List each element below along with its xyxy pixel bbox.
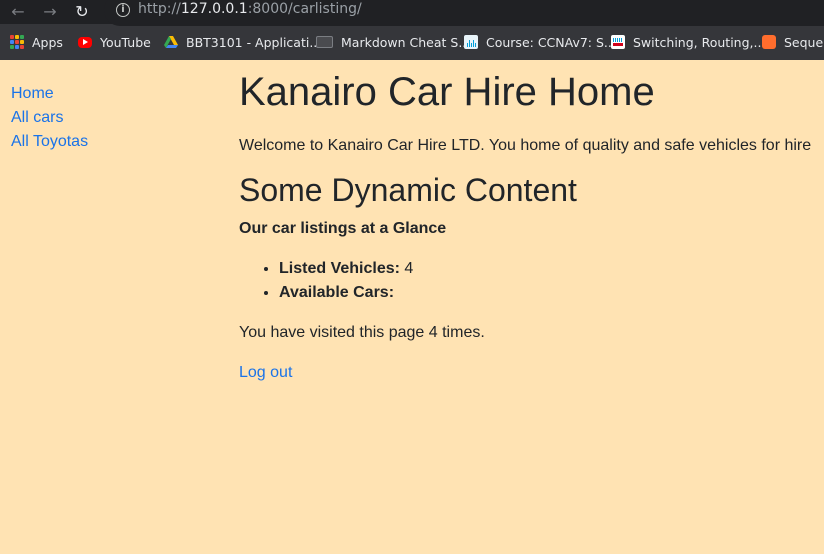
bookmark-apps[interactable]: Apps xyxy=(10,28,63,56)
bookmark-label: Sequen xyxy=(784,34,824,50)
bookmark-ccnav7[interactable]: Course: CCNAv7: S... xyxy=(464,28,616,56)
url-protocol: http:// xyxy=(138,1,181,17)
stat-label: Available Cars: xyxy=(279,284,395,302)
page-title: Kanairo Car Hire Home xyxy=(239,70,655,114)
stat-value: 4 xyxy=(404,260,414,278)
sidebar-link-home[interactable]: Home xyxy=(11,82,88,106)
cisco-icon xyxy=(611,35,625,49)
url-path: :8000/carlisting/ xyxy=(247,1,362,17)
bookmark-label: Switching, Routing,... xyxy=(633,34,766,50)
listings-glance-heading: Our car listings at a Glance xyxy=(239,220,447,238)
browser-toolbar: ← → ↻ i http://127.0.0.1:8000/carlisting… xyxy=(0,0,824,26)
info-icon[interactable]: i xyxy=(116,3,130,17)
stat-label: Listed Vehicles: xyxy=(279,260,400,278)
apps-grid-icon xyxy=(10,35,24,49)
bookmark-app-icon xyxy=(762,35,776,49)
bookmark-bbt3101[interactable]: BBT3101 - Applicati... xyxy=(164,28,321,56)
sidebar-link-all-toyotas[interactable]: All Toyotas xyxy=(11,130,88,154)
bookmark-label: Markdown Cheat S... xyxy=(341,34,471,50)
reload-icon[interactable]: ↻ xyxy=(71,0,93,22)
back-arrow-icon[interactable]: ← xyxy=(7,0,29,22)
url-host: 127.0.0.1 xyxy=(180,1,248,17)
bookmark-switching-routing[interactable]: Switching, Routing,... xyxy=(611,28,765,56)
cisco-icon xyxy=(464,35,478,49)
bookmark-youtube[interactable]: YouTube xyxy=(78,28,151,56)
bookmark-label: Course: CCNAv7: S... xyxy=(486,34,616,50)
bookmark-label: Apps xyxy=(32,34,63,50)
stats-list: Listed Vehicles: 4 Available Cars: xyxy=(239,257,824,305)
url-text[interactable]: http://127.0.0.1:8000/carlisting/ xyxy=(138,1,362,17)
bookmarks-bar: Apps YouTube BBT3101 - Applicati... Mark… xyxy=(0,28,824,56)
sidebar-link-all-cars[interactable]: All cars xyxy=(11,106,88,130)
bookmark-markdown[interactable]: Markdown Cheat S... xyxy=(316,28,470,56)
dynamic-content-heading: Some Dynamic Content xyxy=(239,172,577,208)
browser-chrome: ← → ↻ i http://127.0.0.1:8000/carlisting… xyxy=(0,0,824,60)
bookmark-label: YouTube xyxy=(100,34,151,50)
sidebar-nav: Home All cars All Toyotas xyxy=(11,82,88,154)
visit-count-text: You have visited this page 4 times. xyxy=(239,324,485,342)
youtube-icon xyxy=(78,36,92,48)
forward-arrow-icon[interactable]: → xyxy=(39,0,61,22)
stat-listed-vehicles: Listed Vehicles: 4 xyxy=(279,257,824,281)
logout-link[interactable]: Log out xyxy=(239,361,292,385)
welcome-text: Welcome to Kanairo Car Hire LTD. You hom… xyxy=(239,137,812,154)
bookmark-sequen[interactable]: Sequen xyxy=(762,28,824,56)
bookmark-label: BBT3101 - Applicati... xyxy=(186,34,322,50)
main-content: Kanairo Car Hire Home Welcome to Kanairo… xyxy=(239,60,824,385)
google-drive-icon xyxy=(164,36,178,48)
stat-available-cars: Available Cars: xyxy=(279,281,824,305)
markdown-icon xyxy=(316,36,333,48)
